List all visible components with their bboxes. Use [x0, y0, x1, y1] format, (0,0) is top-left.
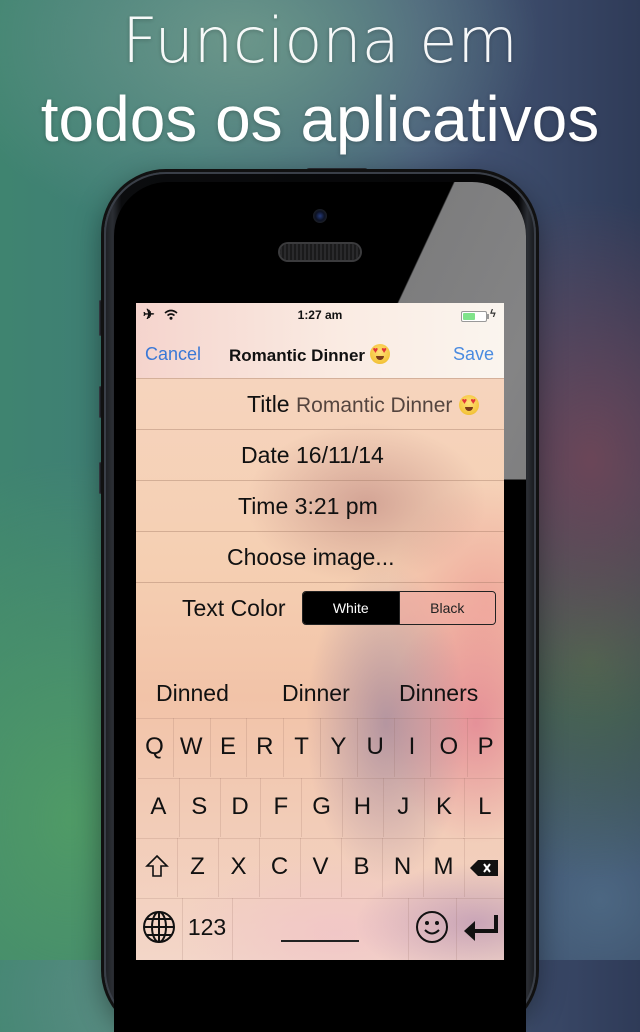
date-row-content: Date 16/11/14: [241, 442, 384, 469]
key-b[interactable]: B: [341, 838, 383, 897]
headline-line-1-text: Funciona em: [122, 4, 518, 77]
key-i[interactable]: I: [393, 718, 432, 777]
keyboard-row-3: ZXCVBNM: [136, 838, 504, 897]
key-a[interactable]: A: [138, 778, 180, 837]
title-label: Title: [247, 391, 290, 417]
key-e[interactable]: E: [209, 718, 248, 777]
key-f[interactable]: F: [260, 778, 303, 837]
key-u[interactable]: U: [356, 718, 395, 777]
charging-bolt-icon: ϟ: [490, 308, 496, 320]
key-q[interactable]: Q: [136, 718, 174, 777]
backspace-icon: [469, 860, 498, 876]
front-camera: [313, 209, 327, 223]
key-l[interactable]: L: [464, 778, 504, 837]
time-label: Time: [238, 493, 289, 519]
key-p[interactable]: P: [467, 718, 504, 777]
key-n[interactable]: N: [382, 838, 424, 897]
key-m[interactable]: M: [423, 838, 465, 897]
key-g[interactable]: G: [301, 778, 343, 837]
title-value: Romantic Dinner: [296, 394, 453, 417]
heart-eyes-emoji-icon: [369, 344, 390, 364]
delete-key[interactable]: [463, 838, 504, 897]
return-icon: [464, 915, 498, 941]
shift-key[interactable]: [136, 838, 178, 897]
earpiece-speaker: [280, 244, 360, 260]
key-x[interactable]: X: [218, 838, 260, 897]
status-time: 1:27 am: [297, 308, 343, 322]
key-c[interactable]: C: [259, 838, 301, 897]
navigation-bar: Cancel Romantic Dinner Save: [136, 333, 504, 377]
cancel-button[interactable]: Cancel: [145, 344, 201, 365]
shift-icon: [144, 854, 169, 877]
battery-level: [463, 313, 476, 320]
key-r[interactable]: R: [246, 718, 285, 777]
battery-nub: [487, 314, 489, 319]
heart-eyes-emoji-icon: [458, 395, 479, 415]
space-key[interactable]: [232, 898, 409, 960]
segment-black[interactable]: Black: [398, 592, 495, 624]
choose-image-row[interactable]: Choose image...: [136, 531, 504, 582]
suggestion-1[interactable]: Dinned: [156, 680, 229, 707]
key-y[interactable]: Y: [320, 718, 358, 777]
keyboard-row-4: 123: [136, 898, 504, 960]
battery-icon: [461, 311, 489, 322]
return-key[interactable]: [456, 898, 504, 960]
headline-line-2: todos os aplicativos: [40, 83, 600, 155]
key-k[interactable]: K: [423, 778, 466, 837]
time-row[interactable]: Time 3:21 pm: [136, 480, 504, 531]
date-label: Date: [241, 442, 290, 468]
globe-key[interactable]: [136, 898, 183, 960]
date-value: 16/11/14: [295, 442, 384, 468]
keyboard-row-2: ASDFGHJKL: [136, 778, 504, 837]
time-row-content: Time 3:21 pm: [238, 493, 378, 520]
suggestion-3[interactable]: Dinners: [399, 680, 478, 707]
nav-title-text: Romantic Dinner: [229, 346, 366, 365]
date-row[interactable]: Date 16/11/14: [136, 429, 504, 480]
smiley-icon: [416, 911, 448, 943]
suggestion-2[interactable]: Dinner: [282, 680, 350, 707]
emoji-key[interactable]: [408, 898, 457, 960]
text-color-segmented-control: White Black: [302, 591, 496, 625]
globe-icon: [143, 911, 175, 943]
phone-screen: ✈ 1:27 am ϟ Cancel Romantic Dinner Save …: [136, 303, 504, 960]
key-h[interactable]: H: [342, 778, 384, 837]
nav-title: Romantic Dinner: [229, 344, 390, 366]
title-row[interactable]: Title Romantic Dinner: [136, 378, 504, 429]
text-color-label: Text Color: [182, 595, 286, 621]
key-j[interactable]: J: [382, 778, 425, 837]
key-v[interactable]: V: [300, 838, 342, 897]
status-bar: ✈ 1:27 am ϟ: [136, 303, 504, 327]
numbers-key[interactable]: 123: [182, 898, 233, 960]
key-z[interactable]: Z: [177, 838, 219, 897]
time-value: 3:21 pm: [294, 493, 378, 519]
title-row-content: Title Romantic Dinner: [247, 391, 479, 418]
key-o[interactable]: O: [430, 718, 469, 777]
key-t[interactable]: T: [283, 718, 321, 777]
key-w[interactable]: W: [172, 718, 211, 777]
headline-line-1: Funciona em: [0, 4, 640, 77]
segment-white[interactable]: White: [303, 592, 399, 624]
choose-image-button[interactable]: Choose image...: [227, 544, 394, 571]
key-s[interactable]: S: [178, 778, 221, 837]
key-d[interactable]: D: [219, 778, 262, 837]
space-bar-indicator: [281, 940, 359, 942]
save-button[interactable]: Save: [453, 344, 494, 365]
keyboard-row-1: QWERTYUIOP: [136, 718, 504, 777]
autocorrect-suggestions: Dinned Dinner Dinners: [136, 672, 504, 716]
